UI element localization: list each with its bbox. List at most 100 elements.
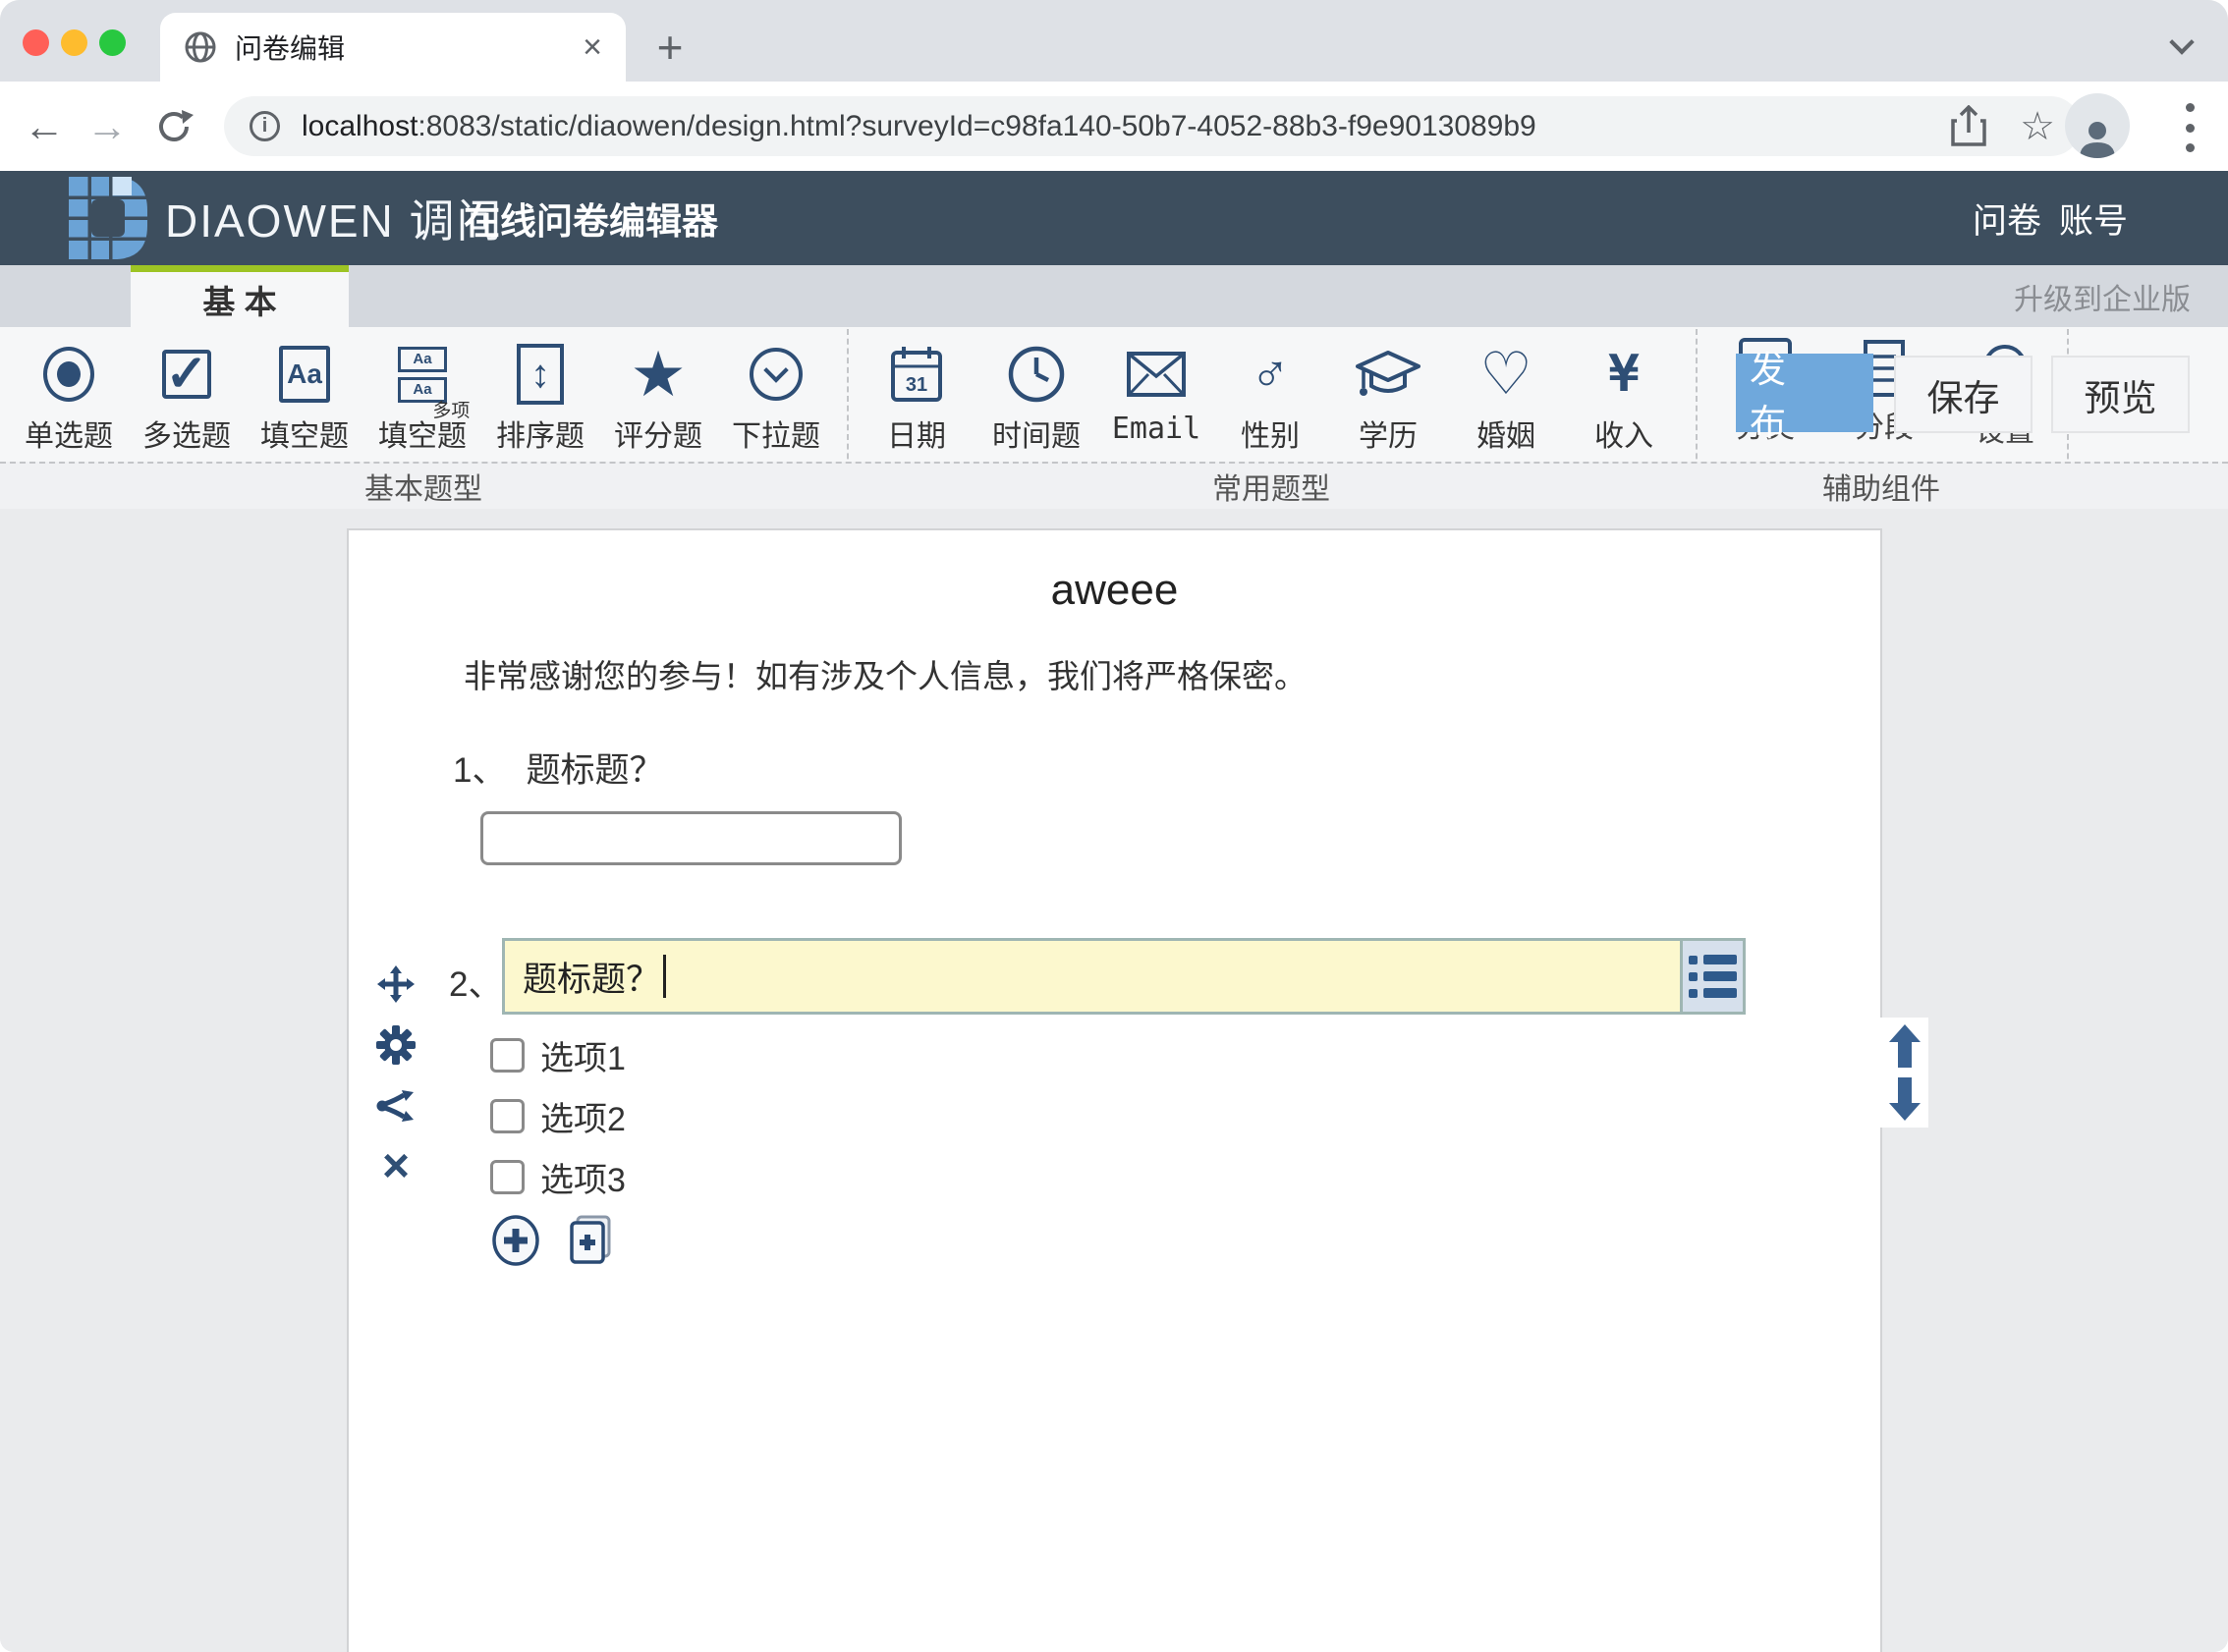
survey-title[interactable]: aweee <box>349 566 1880 615</box>
move-question-handle[interactable] <box>374 963 418 1006</box>
text-input-icon: Aa <box>279 346 330 403</box>
question-2-title-input[interactable]: 题标题？ <box>505 941 1680 1012</box>
tool-label: 收入 <box>1560 412 1688 455</box>
upgrade-link[interactable]: 升级到企业版 <box>2014 265 2191 327</box>
tool-marriage-question[interactable]: ♡ 婚姻 <box>1442 337 1570 461</box>
heart-icon: ♡ <box>1479 345 1532 404</box>
save-button[interactable]: 保存 <box>1894 356 2033 433</box>
batch-add-option-button[interactable] <box>568 1215 615 1266</box>
tool-label: 婚姻 <box>1442 412 1570 455</box>
back-button[interactable]: ← <box>14 82 75 171</box>
move-up-button[interactable] <box>1888 1024 1922 1068</box>
tab-search-chevron-icon[interactable] <box>2173 33 2199 59</box>
tool-fillblank-question[interactable]: Aa 填空题 <box>241 337 368 461</box>
bookmark-star-icon[interactable]: ☆ <box>2020 107 2055 146</box>
tool-radio-question[interactable]: 单选题 <box>5 337 133 461</box>
tab-basic[interactable]: 基 本 <box>131 265 349 327</box>
option-label: 选项2 <box>540 1092 626 1140</box>
tool-time-question[interactable]: 时间题 <box>973 337 1100 461</box>
person-icon <box>2076 119 2119 158</box>
group-label-basic: 基本题型 <box>0 464 847 509</box>
option-row-2[interactable]: 选项2 <box>490 1094 626 1137</box>
multi-text-input-icon: AaAa <box>398 347 447 403</box>
option-row-1[interactable]: 选项1 <box>490 1033 626 1076</box>
checkbox[interactable] <box>490 1099 525 1133</box>
tool-label: 单选题 <box>5 412 133 455</box>
checkbox-icon: ✓ <box>162 350 211 399</box>
multi-tag: 多项 <box>432 396 470 422</box>
nav-account[interactable]: 账号 <box>2059 171 2128 265</box>
globe-favicon-icon <box>184 30 217 64</box>
url-host: localhost <box>302 110 418 142</box>
tool-date-question[interactable]: 31 日期 <box>853 337 980 461</box>
preview-button[interactable]: 预览 <box>2051 356 2190 433</box>
checkbox[interactable] <box>490 1038 525 1073</box>
question-1-title: 题标题？ <box>526 743 663 793</box>
tool-label: 填空题 <box>241 412 368 455</box>
minimize-window-button[interactable] <box>61 29 87 56</box>
close-window-button[interactable] <box>23 29 49 56</box>
option-label: 选项3 <box>540 1153 626 1201</box>
option-list-button[interactable] <box>1680 941 1743 1012</box>
question-2-title-editor: 题标题？ <box>502 938 1746 1015</box>
browser-toolbar: ← → i localhost:8083/static/diaowen/desi… <box>0 82 2228 171</box>
publish-button[interactable]: 发 布 <box>1736 354 1873 432</box>
tool-education-question[interactable]: 学历 <box>1324 337 1452 461</box>
tool-gender-question[interactable]: ♂ 性别 <box>1206 337 1334 461</box>
tool-label: Email <box>1092 412 1220 446</box>
browser-tab[interactable]: 问卷编辑 × <box>160 13 626 82</box>
tool-email-question[interactable]: Email <box>1092 337 1220 461</box>
reload-button[interactable] <box>143 82 204 171</box>
checkbox[interactable] <box>490 1160 525 1194</box>
close-icon: × <box>382 1143 410 1190</box>
text-caret <box>663 955 666 998</box>
survey-greeting[interactable]: 非常感谢您的参与！如有涉及个人信息，我们将严格保密。 <box>464 650 1307 697</box>
question-type-ribbon: 单选题 ✓ 多选题 Aa 填空题 AaAa 多项 填空题 ↕ 排序题 ★ 评分题… <box>0 327 2228 509</box>
tool-label: 日期 <box>853 412 980 455</box>
tool-multi-fillblank-question[interactable]: AaAa 多项 填空题 <box>359 337 486 461</box>
browser-menu-button[interactable] <box>2185 103 2195 152</box>
maximize-window-button[interactable] <box>99 29 126 56</box>
url-path: :8083/static/diaowen/design.html?surveyI… <box>418 110 1535 142</box>
calendar-icon: 31 <box>890 345 943 404</box>
tool-score-question[interactable]: ★ 评分题 <box>594 337 722 461</box>
url-text[interactable]: localhost:8083/static/diaowen/design.htm… <box>302 110 1918 143</box>
question-reorder-panel <box>1880 1018 1928 1128</box>
tool-label: 时间题 <box>973 412 1100 455</box>
editor-content: aweee 非常感谢您的参与！如有涉及个人信息，我们将严格保密。 1、 题标题？ <box>0 509 2228 1652</box>
diaowen-logo-icon[interactable] <box>69 177 147 264</box>
question-2-number: 2、 <box>449 957 502 1007</box>
tool-income-question[interactable]: ¥ 收入 <box>1560 337 1688 461</box>
move-icon <box>377 965 415 1003</box>
profile-avatar[interactable] <box>2065 93 2130 158</box>
share-icon <box>1951 105 1986 148</box>
delete-question-button[interactable]: × <box>374 1145 418 1188</box>
page-info-icon[interactable]: i <box>250 111 280 141</box>
tool-label: 多选题 <box>123 412 251 455</box>
branch-icon <box>376 1088 416 1124</box>
question-1-answer-input[interactable] <box>480 811 902 865</box>
app-header: DIAOWEN 调问 在线问卷编辑器 问卷 账号 <box>0 171 2228 265</box>
question-1[interactable]: 1、 题标题？ <box>453 743 663 793</box>
brand-name[interactable]: DIAOWEN 调问 <box>165 171 504 265</box>
tab-close-icon[interactable]: × <box>583 30 602 64</box>
tool-sort-question[interactable]: ↕ 排序题 <box>476 337 604 461</box>
option-row-3[interactable]: 选项3 <box>490 1155 626 1198</box>
address-bar[interactable]: i localhost:8083/static/diaowen/design.h… <box>224 96 2081 156</box>
editor-tabstrip: 基 本 升级到企业版 <box>0 265 2228 327</box>
question-logic-button[interactable] <box>374 1084 418 1128</box>
forward-button[interactable]: → <box>77 82 138 171</box>
add-option-button[interactable] <box>491 1215 540 1266</box>
new-tab-button[interactable]: + <box>641 18 699 77</box>
share-page-button[interactable] <box>1951 105 1986 148</box>
option-actions <box>491 1215 615 1266</box>
yen-icon: ¥ <box>1608 345 1639 404</box>
tool-dropdown-question[interactable]: 下拉题 <box>712 337 840 461</box>
tool-checkbox-question[interactable]: ✓ 多选题 <box>123 337 251 461</box>
option-label: 选项1 <box>540 1031 626 1079</box>
tool-label: 学历 <box>1324 412 1452 455</box>
move-down-button[interactable] <box>1888 1077 1922 1121</box>
nav-survey[interactable]: 问卷 <box>1973 171 2041 265</box>
question-settings-button[interactable] <box>374 1023 418 1067</box>
survey-canvas: aweee 非常感谢您的参与！如有涉及个人信息，我们将严格保密。 1、 题标题？ <box>347 528 1882 1652</box>
